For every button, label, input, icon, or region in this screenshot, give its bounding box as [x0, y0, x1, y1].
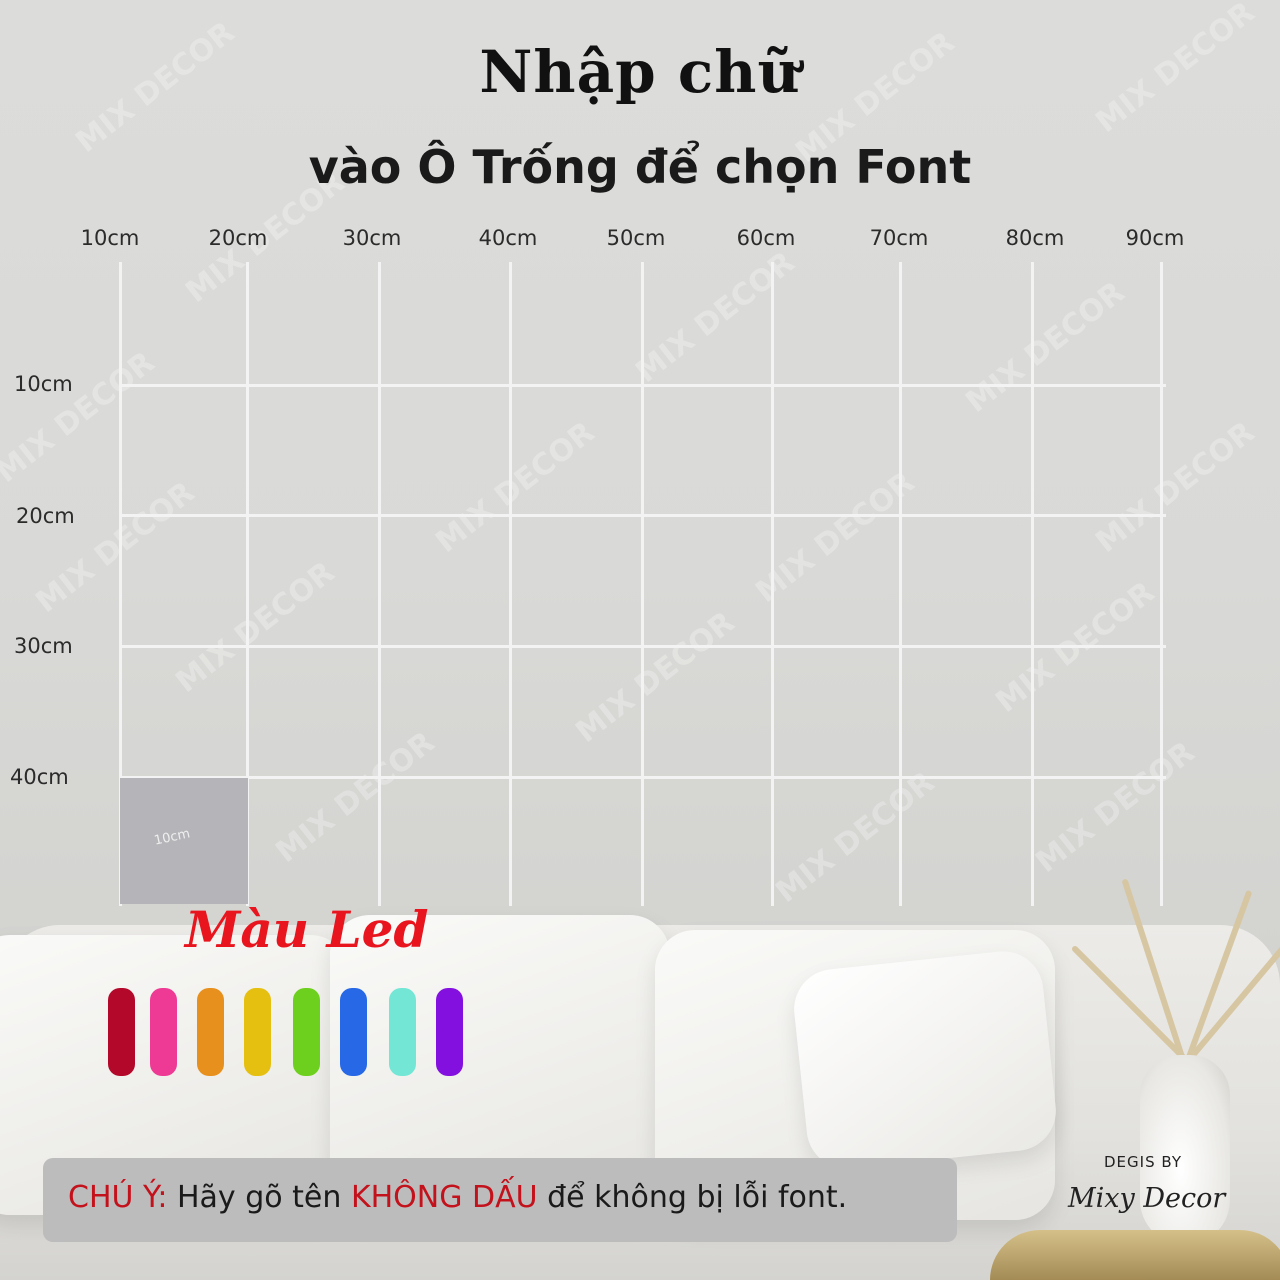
watermark: MIX DECOR [769, 765, 942, 910]
grid-column-label: 60cm [736, 226, 796, 250]
grid-column-label: 70cm [869, 226, 929, 250]
notice-part2: để không bị lỗi font. [537, 1180, 848, 1215]
grid-column-label: 90cm [1125, 226, 1185, 250]
throw-pillow [790, 947, 1060, 1173]
grid-column-label: 20cm [208, 226, 268, 250]
notice-banner: CHÚ Ý: Hãy gõ tên KHÔNG DẤU để không bị … [43, 1158, 957, 1242]
grid-column-label: 80cm [1005, 226, 1065, 250]
grid-horizontal-line [120, 645, 1166, 648]
page-subtitle: vào Ô Trống để chọn Font [308, 140, 972, 194]
vase [1140, 1055, 1230, 1245]
led-color-swatch[interactable] [389, 988, 416, 1076]
side-table [990, 1230, 1280, 1280]
notice-prefix: CHÚ Ý: [68, 1180, 168, 1215]
watermark: MIX DECOR [0, 345, 162, 490]
led-color-swatch[interactable] [293, 988, 320, 1076]
led-color-swatch[interactable] [108, 988, 135, 1076]
led-color-swatch[interactable] [197, 988, 224, 1076]
grid-row-label: 30cm [14, 634, 73, 658]
grid-vertical-line [378, 262, 381, 906]
watermark: MIX DECOR [569, 605, 742, 750]
grid-vertical-line [641, 262, 644, 906]
notice-part1: Hãy gõ tên [167, 1180, 351, 1215]
sample-size-label: 10cm [152, 826, 192, 849]
grid-horizontal-line [120, 776, 1166, 779]
grid-vertical-line [509, 262, 512, 906]
led-color-swatch[interactable] [436, 988, 463, 1076]
watermark: MIX DECOR [29, 475, 202, 620]
grid-vertical-line [899, 262, 902, 906]
grid-column-label: 10cm [80, 226, 140, 250]
watermark: MIX DECOR [269, 725, 442, 870]
grid-vertical-line [771, 262, 774, 906]
page-title: Nhập chữ [479, 38, 801, 106]
grid-horizontal-line [120, 384, 1166, 387]
led-color-swatch[interactable] [340, 988, 367, 1076]
grid-horizontal-line [120, 514, 1166, 517]
watermark: MIX DECOR [959, 275, 1132, 420]
watermark: MIX DECOR [1029, 735, 1202, 880]
grid-vertical-line [1031, 262, 1034, 906]
watermark: MIX DECOR [1089, 415, 1262, 560]
credit-label: DEGIS BY [1104, 1153, 1182, 1171]
sample-size-square: 10cm [120, 778, 248, 904]
grid-row-label: 10cm [14, 372, 73, 396]
grid-row-label: 40cm [10, 765, 69, 789]
grid-row-label: 20cm [16, 504, 75, 528]
canvas: MIX DECOR MIX DECOR MIX DECOR MIX DECOR … [0, 0, 1280, 1280]
notice-emphasis: KHÔNG DẤU [350, 1180, 538, 1215]
watermark: MIX DECOR [749, 465, 922, 610]
led-color-swatch[interactable] [150, 988, 177, 1076]
watermark: MIX DECOR [429, 415, 602, 560]
grid-vertical-line [1160, 262, 1163, 906]
grid-column-label: 40cm [478, 226, 538, 250]
grid-column-label: 50cm [606, 226, 666, 250]
watermark: MIX DECOR [169, 555, 342, 700]
notice-text: CHÚ Ý: Hãy gõ tên KHÔNG DẤU để không bị … [68, 1180, 847, 1215]
led-color-heading: Màu Led [185, 900, 429, 959]
credit-signature: Mixy Decor [1068, 1183, 1226, 1214]
grid-column-label: 30cm [342, 226, 402, 250]
led-color-swatch[interactable] [244, 988, 271, 1076]
watermark: MIX DECOR [629, 245, 802, 390]
